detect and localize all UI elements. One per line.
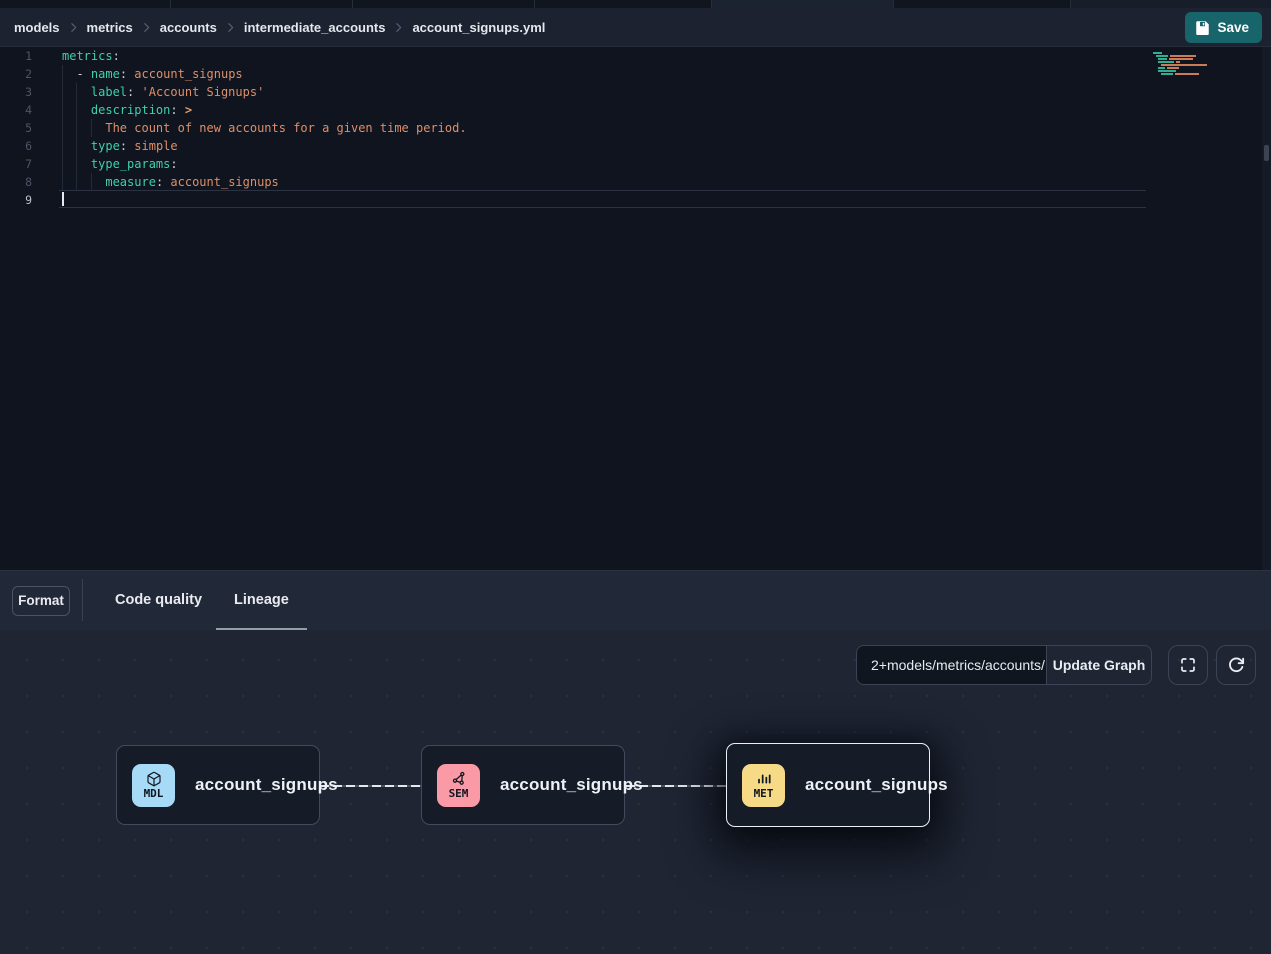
network-icon (451, 771, 467, 787)
line-number: 8 (0, 173, 45, 191)
indent-guide (62, 65, 63, 191)
line-code: - name: account_signups (45, 65, 243, 83)
indent-guide (76, 83, 77, 191)
breadcrumb-item[interactable]: metrics (87, 20, 133, 35)
minimap-line (1158, 58, 1217, 60)
window-tab[interactable] (894, 0, 1070, 8)
lineage-canvas[interactable]: 2+models/metrics/accounts/ Update Graph … (0, 630, 1271, 953)
chevron-right-icon (224, 21, 237, 34)
save-button[interactable]: Save (1185, 12, 1262, 43)
cube-icon (146, 771, 162, 787)
editor-scrollbar[interactable] (1262, 47, 1271, 570)
breadcrumb-item[interactable]: intermediate_accounts (244, 20, 386, 35)
window-tab[interactable] (1071, 0, 1271, 8)
editor-line[interactable]: 7 type_params: (0, 155, 1271, 173)
bottom-panel-header: Format Code qualityLineage (0, 570, 1271, 630)
node-badge-sem: SEM (437, 764, 480, 807)
line-number: 4 (0, 101, 45, 119)
tab-code-quality[interactable]: Code quality (115, 571, 202, 630)
breadcrumb-bar: models metrics accounts intermediate_accoun… (0, 8, 1271, 47)
minimap-line (1158, 67, 1217, 69)
tab-lineage[interactable]: Lineage (216, 571, 307, 630)
editor-lines[interactable]: 1metrics:2 - name: account_signups3 labe… (0, 47, 1271, 209)
node-badge-label: MET (754, 788, 774, 799)
line-code: label: 'Account Signups' (45, 83, 264, 101)
editor-line[interactable]: 4 description: > (0, 101, 1271, 119)
save-icon (1195, 20, 1210, 35)
window-tab-strip (0, 0, 1271, 8)
lineage-selector-input[interactable]: 2+models/metrics/accounts/ (856, 645, 1047, 685)
lineage-node-met[interactable]: METaccount_signups (726, 743, 930, 827)
editor-line[interactable]: 2 - name: account_signups (0, 65, 1271, 83)
line-number: 1 (0, 47, 45, 65)
node-badge-label: SEM (449, 788, 469, 799)
line-number: 7 (0, 155, 45, 173)
line-number: 2 (0, 65, 45, 83)
minimap-line (1158, 61, 1217, 63)
node-label: account_signups (805, 775, 948, 795)
scrollbar-thumb[interactable] (1264, 145, 1269, 161)
editor-line[interactable]: 5 The count of new accounts for a given … (0, 119, 1271, 137)
refresh-button[interactable] (1216, 645, 1256, 685)
minimap[interactable] (1153, 52, 1217, 75)
breadcrumb-item[interactable]: accounts (160, 20, 217, 35)
minimap-line (1161, 64, 1217, 66)
node-badge-met: MET (742, 764, 785, 807)
chevron-right-icon (392, 21, 405, 34)
lineage-node-mdl[interactable]: MDLaccount_signups (116, 745, 320, 825)
minimap-line (1158, 70, 1217, 72)
line-code: type_params: (45, 155, 178, 173)
editor-line[interactable]: 1metrics: (0, 47, 1271, 65)
breadcrumb: models metrics accounts intermediate_accoun… (14, 20, 545, 35)
line-number: 6 (0, 137, 45, 155)
line-number: 3 (0, 83, 45, 101)
window-tab[interactable] (171, 0, 352, 8)
line-code: metrics: (45, 47, 120, 65)
node-label: account_signups (195, 775, 338, 795)
indent-guide (91, 173, 92, 191)
chevron-right-icon (67, 21, 80, 34)
panel-tabs: Code qualityLineage (115, 571, 307, 630)
line-number: 5 (0, 119, 45, 137)
bar-chart-icon (756, 771, 772, 787)
line-code: description: > (45, 101, 192, 119)
minimap-line (1156, 55, 1217, 57)
indent-guide (91, 119, 92, 137)
refresh-icon (1227, 656, 1245, 674)
line-code: measure: account_signups (45, 173, 279, 191)
chevron-right-icon (140, 21, 153, 34)
lineage-node-sem[interactable]: SEMaccount_signups (421, 745, 625, 825)
window-tab[interactable] (0, 0, 170, 8)
node-label: account_signups (500, 775, 643, 795)
divider (82, 579, 83, 621)
window-tab[interactable] (353, 0, 534, 8)
editor-line[interactable]: 8 measure: account_signups (0, 173, 1271, 191)
window-tab[interactable] (535, 0, 711, 8)
node-badge-mdl: MDL (132, 764, 175, 807)
window-tab[interactable] (712, 0, 893, 8)
fullscreen-button[interactable] (1168, 645, 1208, 685)
breadcrumb-item[interactable]: account_signups.yml (412, 20, 545, 35)
line-number: 9 (0, 191, 45, 209)
save-button-label: Save (1217, 20, 1249, 35)
minimap-line (1161, 73, 1217, 75)
node-badge-label: MDL (144, 788, 164, 799)
current-line-highlight (59, 190, 1146, 208)
fullscreen-icon (1179, 656, 1197, 674)
format-button[interactable]: Format (12, 586, 70, 616)
breadcrumb-item[interactable]: models (14, 20, 60, 35)
line-code: The count of new accounts for a given ti… (45, 119, 467, 137)
code-editor[interactable]: 1metrics:2 - name: account_signups3 labe… (0, 47, 1271, 570)
update-graph-button[interactable]: Update Graph (1046, 645, 1152, 685)
editor-line[interactable]: 3 label: 'Account Signups' (0, 83, 1271, 101)
line-code: type: simple (45, 137, 178, 155)
editor-line[interactable]: 6 type: simple (0, 137, 1271, 155)
minimap-line (1153, 52, 1217, 54)
text-cursor (62, 192, 64, 206)
